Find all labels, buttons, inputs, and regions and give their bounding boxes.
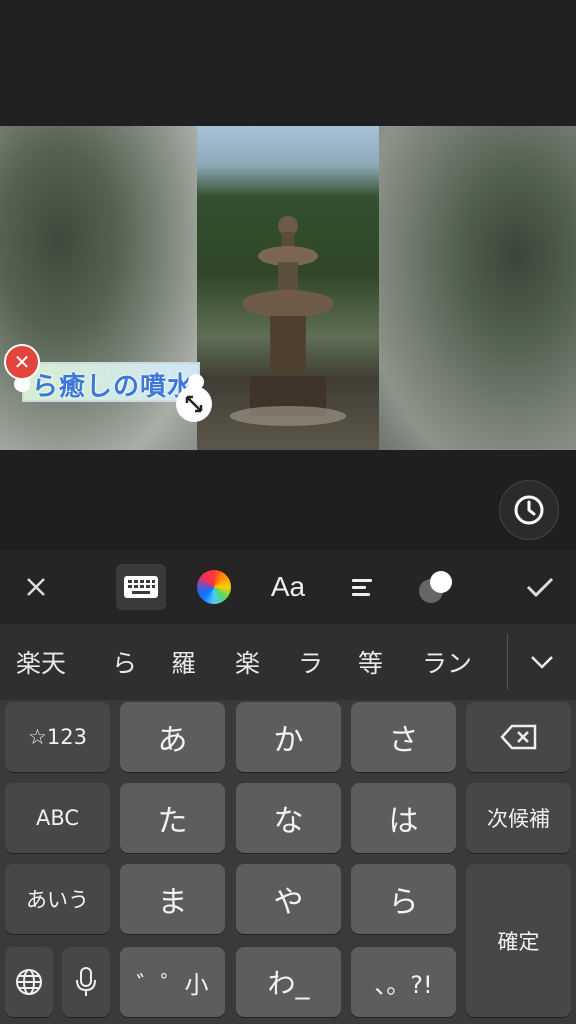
candidate-item[interactable]: 等 — [358, 644, 383, 680]
candidate-bar: 楽天 ら 羅 楽 ラ 等 ラン — [0, 624, 576, 700]
next-candidate-key[interactable]: 次候補 — [466, 783, 571, 853]
resize-icon — [185, 395, 203, 413]
timeline-area — [0, 450, 576, 550]
candidate-item[interactable]: 楽 — [235, 644, 260, 680]
text-toolbar: Aa — [0, 550, 576, 624]
confirm-button[interactable] — [516, 550, 564, 624]
fountain-image — [230, 216, 346, 426]
candidate-item[interactable]: ら — [112, 644, 137, 680]
font-button[interactable]: Aa — [262, 550, 314, 624]
close-icon — [27, 578, 45, 596]
chevron-down-icon — [531, 656, 553, 669]
candidate-item[interactable]: 羅 — [171, 644, 196, 680]
color-wheel-icon — [197, 570, 231, 604]
align-icon — [352, 579, 372, 596]
key-wa[interactable]: わ_ — [236, 947, 341, 1017]
globe-icon — [16, 969, 42, 995]
key-ha[interactable]: は — [351, 783, 456, 853]
align-button[interactable] — [340, 550, 384, 624]
microphone-icon — [76, 967, 96, 996]
candidate-item[interactable]: ラン — [422, 644, 472, 680]
keyboard-icon — [124, 576, 158, 598]
backspace-icon — [499, 724, 536, 750]
text-sticker-label: ら癒しの噴水 — [32, 372, 195, 402]
resize-handle[interactable] — [176, 386, 212, 422]
keyboard: 楽天 ら 羅 楽 ラ 等 ラン ☆123 あ か さ ABC た な は 次候補… — [0, 624, 576, 1024]
keyboard-button[interactable] — [116, 564, 166, 610]
key-sa[interactable]: さ — [351, 702, 456, 772]
blurred-background-right — [379, 126, 576, 450]
opacity-icon — [419, 571, 452, 603]
key-ya[interactable]: や — [236, 864, 341, 934]
history-button[interactable] — [499, 480, 559, 540]
divider — [507, 634, 508, 690]
punctuation-key[interactable]: 、。?! — [351, 947, 456, 1017]
key-ta[interactable]: た — [120, 783, 225, 853]
dakuten-key[interactable]: ゛゜小 — [120, 947, 225, 1017]
opacity-button[interactable] — [412, 550, 460, 624]
numbers-key[interactable]: ☆123 — [5, 702, 110, 772]
delete-sticker-button[interactable]: ✕ — [4, 344, 40, 380]
key-na[interactable]: な — [236, 783, 341, 853]
fountain-photo — [197, 126, 379, 450]
expand-candidates-button[interactable] — [524, 646, 560, 678]
key-a[interactable]: あ — [120, 702, 225, 772]
top-bar — [0, 0, 576, 126]
kana-key[interactable]: あいう — [5, 864, 110, 934]
key-ma[interactable]: ま — [120, 864, 225, 934]
color-button[interactable] — [190, 550, 238, 624]
text-sticker[interactable]: ら癒しの噴水 — [22, 362, 200, 402]
candidate-item[interactable]: 楽天 — [16, 644, 66, 680]
mic-key[interactable] — [62, 947, 110, 1017]
candidate-item[interactable]: ラ — [298, 644, 323, 680]
key-ra[interactable]: ら — [351, 864, 456, 934]
clock-icon — [514, 495, 544, 525]
abc-key[interactable]: ABC — [5, 783, 110, 853]
close-icon: ✕ — [13, 350, 31, 374]
key-ka[interactable]: か — [236, 702, 341, 772]
confirm-key[interactable]: 確定 — [466, 864, 571, 1017]
backspace-key[interactable] — [466, 702, 571, 772]
globe-key[interactable] — [5, 947, 53, 1017]
check-icon — [526, 577, 554, 598]
close-button[interactable] — [14, 550, 58, 624]
